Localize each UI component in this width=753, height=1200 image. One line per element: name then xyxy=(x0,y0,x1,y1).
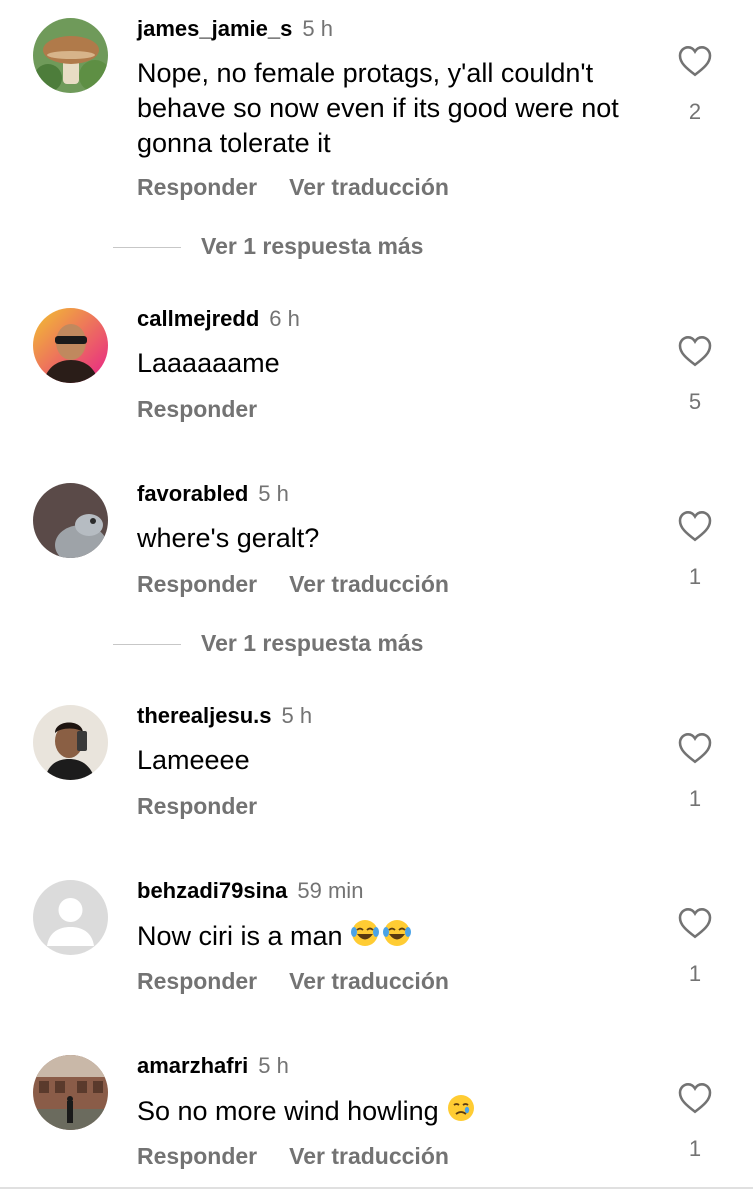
username[interactable]: favorabled xyxy=(137,481,248,506)
like-control: 1 xyxy=(676,731,714,812)
username[interactable]: therealjesu.s xyxy=(137,703,272,728)
default-user-icon xyxy=(33,880,108,955)
timestamp: 6 h xyxy=(269,306,300,331)
comment-meta: james_jamie_s 5 h xyxy=(137,16,333,42)
smiling-face-with-tear-emoji xyxy=(446,1093,476,1132)
like-control: 1 xyxy=(676,509,714,590)
avatar[interactable] xyxy=(33,705,108,780)
comment-text: So no more wind howling xyxy=(137,1093,647,1132)
timestamp: 5 h xyxy=(258,1053,289,1078)
timestamp: 59 min xyxy=(297,878,364,903)
comment-text: where's geralt? xyxy=(137,523,320,553)
heart-outline-icon[interactable] xyxy=(677,731,713,764)
reply-button[interactable]: Responder xyxy=(137,968,257,994)
translate-button[interactable]: Ver traducción xyxy=(289,1143,449,1169)
comment-text: Now ciri is a man xyxy=(137,918,647,957)
username[interactable]: callmejredd xyxy=(137,306,259,331)
timestamp: 5 h xyxy=(258,481,289,506)
reply-button[interactable]: Responder xyxy=(137,571,257,597)
translate-button[interactable]: Ver traducción xyxy=(289,174,449,200)
avatar[interactable] xyxy=(33,880,108,955)
divider-line xyxy=(113,247,181,249)
username[interactable]: behzadi79sina xyxy=(137,878,287,903)
view-more-replies-button[interactable]: Ver 1 respuesta más xyxy=(113,233,423,260)
reply-button[interactable]: Responder xyxy=(137,174,257,200)
like-count: 1 xyxy=(688,1136,702,1161)
comment-actions: Responder Ver traducción xyxy=(137,174,481,201)
bottom-divider xyxy=(0,1187,753,1189)
comment-text-content: So no more wind howling xyxy=(137,1096,439,1126)
like-control: 1 xyxy=(676,1081,714,1162)
heart-outline-icon[interactable] xyxy=(677,906,713,939)
comment-actions: Responder xyxy=(137,793,289,820)
reply-button[interactable]: Responder xyxy=(137,396,257,422)
view-more-replies-label: Ver 1 respuesta más xyxy=(201,233,424,259)
username[interactable]: amarzhafri xyxy=(137,1053,248,1078)
like-control: 2 xyxy=(676,44,714,125)
reply-button[interactable]: Responder xyxy=(137,1143,257,1169)
comment-meta: therealjesu.s 5 h xyxy=(137,703,312,729)
like-count: 1 xyxy=(688,564,702,589)
face-with-tears-of-joy-emoji xyxy=(350,918,412,957)
like-control: 1 xyxy=(676,906,714,987)
comment-meta: behzadi79sina 59 min xyxy=(137,878,363,904)
avatar[interactable] xyxy=(33,483,108,558)
heart-outline-icon[interactable] xyxy=(677,44,713,77)
timestamp: 5 h xyxy=(281,703,313,728)
view-more-replies-button[interactable]: Ver 1 respuesta más xyxy=(113,630,423,657)
timestamp: 5 h xyxy=(302,16,333,41)
comment-actions: Responder Ver traducción xyxy=(137,571,481,598)
like-count: 5 xyxy=(688,389,702,414)
translate-button[interactable]: Ver traducción xyxy=(289,571,449,597)
like-count: 2 xyxy=(688,99,702,124)
comment-actions: Responder Ver traducción xyxy=(137,1143,481,1170)
comment-actions: Responder Ver traducción xyxy=(137,968,481,995)
comment-actions: Responder xyxy=(137,396,289,423)
heart-outline-icon[interactable] xyxy=(677,509,713,542)
view-more-replies-label: Ver 1 respuesta más xyxy=(201,630,424,656)
like-count: 1 xyxy=(688,786,702,811)
avatar[interactable] xyxy=(33,1055,108,1130)
avatar[interactable] xyxy=(33,18,108,93)
comment-meta: callmejredd 6 h xyxy=(137,306,300,332)
comment-meta: amarzhafri 5 h xyxy=(137,1053,289,1079)
reply-button[interactable]: Responder xyxy=(137,793,257,819)
heart-outline-icon[interactable] xyxy=(677,1081,713,1114)
like-count: 1 xyxy=(688,961,702,986)
comment-text: Laaaaaame xyxy=(137,348,280,378)
like-control: 5 xyxy=(676,334,714,415)
translate-button[interactable]: Ver traducción xyxy=(289,968,449,994)
username[interactable]: james_jamie_s xyxy=(137,16,292,41)
comment-meta: favorabled 5 h xyxy=(137,481,289,507)
divider-line xyxy=(113,644,181,646)
comment-text: Lameeee xyxy=(137,745,250,775)
comment-text-content: Now ciri is a man xyxy=(137,921,343,951)
heart-outline-icon[interactable] xyxy=(677,334,713,367)
comment-text: Nope, no female protags, y'all couldn't … xyxy=(137,58,619,158)
avatar[interactable] xyxy=(33,308,108,383)
